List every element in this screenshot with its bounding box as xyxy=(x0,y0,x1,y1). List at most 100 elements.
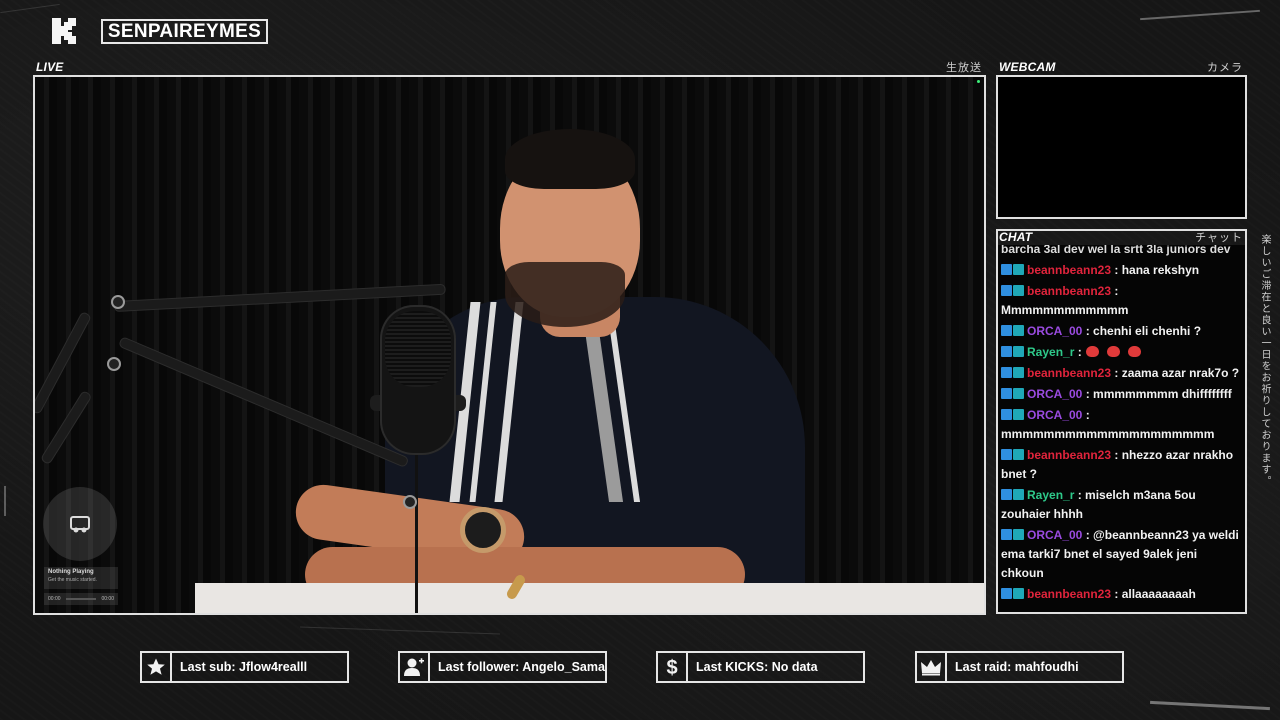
chat-badge-icon xyxy=(1001,346,1012,357)
chat-badge-icon xyxy=(1013,367,1024,378)
stat-label: Last KICKS: No data xyxy=(696,660,818,674)
chat-text: : chenhi eli chenhi ? xyxy=(1085,324,1202,338)
chat-badge-icon xyxy=(1001,588,1012,599)
music-player-info: Nothing Playing Get the music started. xyxy=(44,567,118,589)
webcam-panel: WEBCAM カメラ xyxy=(996,59,1247,219)
chat-text: : xyxy=(1077,345,1082,359)
grunge-scratch xyxy=(4,486,6,516)
music-time-end: 00:00 xyxy=(101,596,114,602)
mic-arm-joint xyxy=(403,495,417,509)
boxing-glove-emote-icon xyxy=(1106,346,1120,357)
stat-last-kicks: $ Last KICKS: No data xyxy=(656,651,865,683)
chat-message-list[interactable]: barcha 3al dev wel la srtt 3la juniors d… xyxy=(998,245,1245,612)
chat-badge-icon xyxy=(1013,388,1024,399)
kick-logo-icon xyxy=(52,18,76,44)
chat-username[interactable]: beannbeann23 xyxy=(1027,284,1111,298)
live-video-frame: Nothing Playing Get the music started. 0… xyxy=(33,75,986,615)
chat-badge-icon xyxy=(1013,285,1024,296)
chat-badge-icon xyxy=(1013,325,1024,336)
webcam-panel-title: WEBCAM xyxy=(999,60,1056,74)
webcam-panel-header: WEBCAM カメラ xyxy=(996,59,1247,75)
chat-username[interactable]: beannbeann23 xyxy=(1027,366,1111,380)
music-time-start: 00:00 xyxy=(48,596,61,602)
dollar-icon: $ xyxy=(658,653,688,681)
chat-username[interactable]: ORCA_00 xyxy=(1027,528,1082,542)
live-panel-jp-label: 生放送 xyxy=(946,61,982,74)
chat-badge-icon xyxy=(1013,588,1024,599)
chat-panel-header: CHAT チャット xyxy=(996,229,1247,245)
chat-message: beannbeann23 : allaaaaaaaah xyxy=(1001,583,1242,604)
music-player-badge xyxy=(43,487,117,561)
music-player-icon xyxy=(70,516,90,533)
chat-text: : zaama azar nrak7o ? xyxy=(1114,366,1240,380)
chat-badge-icon xyxy=(1001,489,1012,500)
mic-arm-joint xyxy=(111,295,125,309)
add-user-icon xyxy=(400,653,430,681)
webcam-panel-jp-label: カメラ xyxy=(1207,61,1243,74)
live-panel-header: LIVE 生放送 xyxy=(33,59,986,75)
chat-panel-title: CHAT xyxy=(999,230,1033,244)
chat-username[interactable]: beannbeann23 xyxy=(1027,263,1111,277)
chat-badge-icon xyxy=(1001,409,1012,420)
chat-badge-icon xyxy=(1013,529,1024,540)
svg-text:$: $ xyxy=(666,657,677,678)
music-progress: 00:00 00:00 xyxy=(44,593,118,605)
chat-badge-icon xyxy=(1013,449,1024,460)
mic-grille xyxy=(385,311,451,387)
chat-text: : allaaaaaaaah xyxy=(1114,587,1196,601)
chat-badge-icon xyxy=(1013,346,1024,357)
table-top xyxy=(195,583,984,613)
stat-last-follower: Last follower: Angelo_Sama xyxy=(398,651,607,683)
crown-icon xyxy=(917,653,947,681)
chat-message: ORCA_00 : mmmmmmmmmmmmmmmmmmmm xyxy=(1001,404,1242,444)
chat-badge-icon xyxy=(1001,264,1012,275)
chat-message: ORCA_00 : mmmmmmmm dhiffffffff xyxy=(1001,383,1242,404)
chat-message: ORCA_00 : chenhi eli chenhi ? xyxy=(1001,320,1242,341)
chat-badge-icon xyxy=(1001,449,1012,460)
webcam-frame xyxy=(996,75,1247,219)
chat-username[interactable]: Rayen_r xyxy=(1027,488,1074,502)
channel-name: SENPAIREYMES xyxy=(107,20,262,42)
chat-badge-icon xyxy=(1001,285,1012,296)
boxing-glove-emote-icon xyxy=(1085,346,1099,357)
chat-username[interactable]: beannbeann23 xyxy=(1027,448,1111,462)
chat-badge-icon xyxy=(1013,264,1024,275)
chat-badge-icon xyxy=(1001,388,1012,399)
chat-message: ORCA_00 : @beannbeann23 ya weldi ema tar… xyxy=(1001,524,1242,583)
live-video[interactable]: Nothing Playing Get the music started. 0… xyxy=(35,77,984,613)
live-indicator-dot xyxy=(977,80,980,83)
chat-badge-icon xyxy=(1013,489,1024,500)
grunge-scratch xyxy=(300,626,500,635)
streamer-hair xyxy=(505,129,635,189)
music-subtitle: Get the music started. xyxy=(48,577,97,583)
chat-message: beannbeann23 : hana rekshyn xyxy=(1001,259,1242,280)
side-vertical-text: 楽しいご滞在と良い一日をお祈りしております。 xyxy=(1259,234,1270,487)
chat-message: beannbeann23 : Mmmmmmmmmmmm xyxy=(1001,280,1242,320)
chat-username[interactable]: Rayen_r xyxy=(1027,345,1074,359)
chat-badge-icon xyxy=(1001,325,1012,336)
mic-cable xyxy=(415,455,418,613)
wrist-watch xyxy=(460,507,506,553)
chat-username[interactable]: ORCA_00 xyxy=(1027,387,1082,401)
boxing-glove-emote-icon xyxy=(1127,346,1141,357)
chat-message: Rayen_r : xyxy=(1001,341,1242,362)
music-title: Nothing Playing xyxy=(48,569,94,575)
streamer-beard xyxy=(505,262,625,327)
stat-label: Last raid: mahfoudhi xyxy=(955,660,1079,674)
live-panel: LIVE 生放送 Nothing Playing Get the music s… xyxy=(33,59,986,615)
grunge-scratch xyxy=(1140,9,1260,21)
grunge-scratch xyxy=(1150,700,1270,711)
star-icon xyxy=(142,653,172,681)
chat-badge-icon xyxy=(1001,529,1012,540)
chat-text: : hana rekshyn xyxy=(1114,263,1200,277)
stat-label: Last follower: Angelo_Sama xyxy=(438,660,605,674)
stat-last-sub: Last sub: Jflow4realll xyxy=(140,651,349,683)
chat-panel-jp-label: チャット xyxy=(1195,231,1243,244)
chat-message: Rayen_r : miselch m3ana 5ou zouhaier hhh… xyxy=(1001,484,1242,524)
chat-text: : mmmmmmmm dhiffffffff xyxy=(1085,387,1232,401)
chat-username[interactable]: beannbeann23 xyxy=(1027,587,1111,601)
chat-username[interactable]: ORCA_00 xyxy=(1027,408,1082,422)
chat-username[interactable]: ORCA_00 xyxy=(1027,324,1082,338)
chat-panel: CHAT チャット barcha 3al dev wel la srtt 3la… xyxy=(996,229,1247,614)
live-panel-title: LIVE xyxy=(36,60,64,74)
